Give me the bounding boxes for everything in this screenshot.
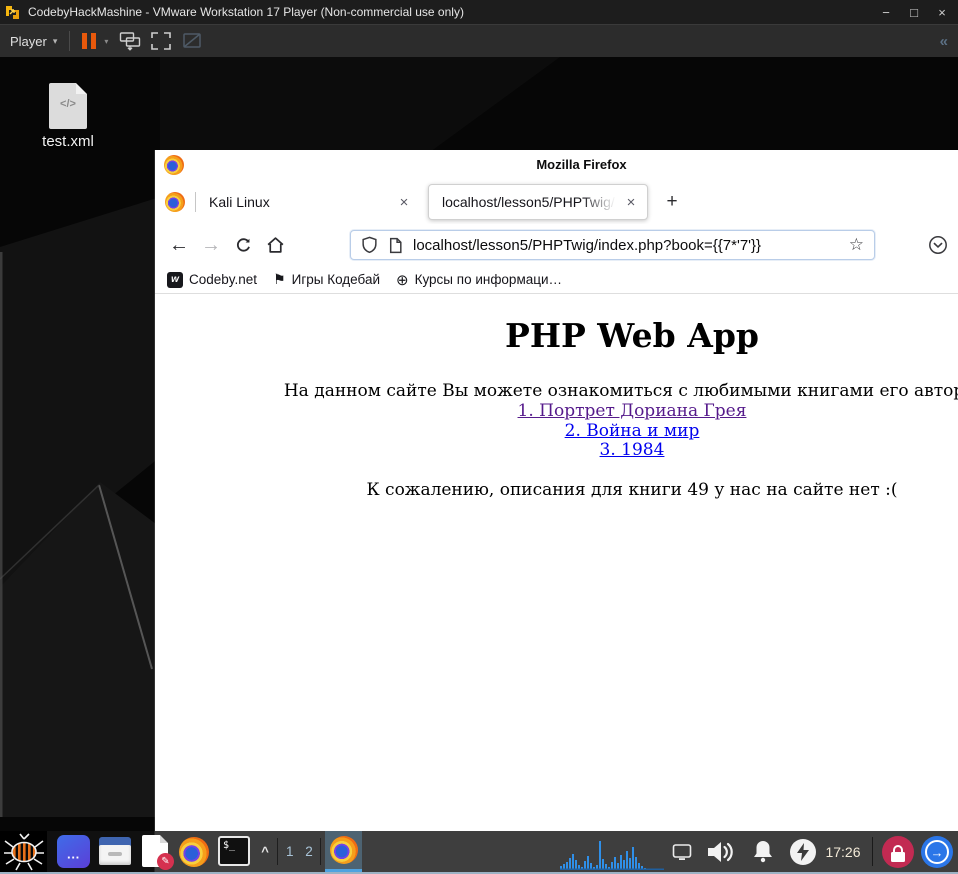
codeby-favicon: w: [167, 271, 183, 288]
home-icon[interactable]: [259, 229, 291, 261]
xml-file-icon[interactable]: </>: [49, 83, 87, 129]
url-bar[interactable]: localhost/lesson5/PHPTwig/index.php?book…: [350, 230, 875, 260]
text-editor-icon[interactable]: ✎: [142, 835, 174, 870]
taskbar-divider: [320, 838, 321, 865]
page-fold: [76, 83, 87, 94]
globe-icon: ⊕: [396, 271, 409, 289]
page-info-icon[interactable]: [388, 237, 403, 254]
firefox-taskbar-button-active[interactable]: [325, 831, 362, 872]
back-button[interactable]: ←: [163, 229, 195, 261]
book-link-1[interactable]: 1. Портрет Дориана Грея: [155, 401, 958, 422]
taskbar: ··· ✎ $_ ^ 1 2 3 4 17:26 →: [0, 831, 958, 874]
network-monitor-graph: [560, 833, 664, 870]
lock-icon: [893, 845, 903, 852]
intro-text: На данном сайте Вы можете ознакомиться с…: [283, 381, 958, 401]
kali-dragon-icon: [3, 832, 44, 870]
send-ctrl-alt-del-icon[interactable]: [118, 29, 142, 53]
tab-kali-linux[interactable]: Kali Linux ×: [196, 184, 420, 220]
code-glyph: </>: [60, 98, 76, 110]
fullscreen-icon[interactable]: [149, 29, 173, 53]
book-link-2[interactable]: 2. Война и мир: [155, 421, 958, 442]
volume-icon[interactable]: [703, 831, 739, 872]
page-viewport: PHP Web App На данном сайте Вы можете оз…: [155, 295, 958, 831]
vmware-player-icon: [4, 3, 21, 21]
pocket-save-icon[interactable]: [928, 235, 948, 260]
new-tab-button[interactable]: +: [660, 190, 684, 214]
bookmark-codeby[interactable]: w Codeby.net: [167, 271, 257, 288]
tab-bar: Kali Linux × localhost/lesson5/PHPTwig/i…: [155, 180, 958, 224]
bookmark-kursy[interactable]: ⊕ Курсы по информаци…: [396, 271, 562, 289]
xml-file-label[interactable]: test.xml: [18, 133, 118, 150]
forward-button: →: [201, 233, 221, 256]
bookmarks-bar: w Codeby.net ⚑ Игры Кодебай ⊕ Курсы по и…: [155, 266, 958, 294]
url-text[interactable]: localhost/lesson5/PHPTwig/index.php?book…: [413, 237, 843, 254]
bookmark-igry-kodebay[interactable]: ⚑ Игры Кодебай: [273, 271, 380, 288]
firefox-window-title: Mozilla Firefox: [536, 157, 627, 172]
lock-screen-button[interactable]: [882, 836, 914, 868]
unity-mode-icon-disabled: [180, 29, 204, 53]
firefox-launcher-icon[interactable]: [178, 836, 210, 868]
firefox-titlebar[interactable]: Mozilla Firefox: [155, 150, 958, 180]
close-tab-icon[interactable]: ×: [621, 192, 641, 212]
window-title: CodebyHackMashine - VMware Workstation 1…: [28, 5, 464, 19]
maximize-button[interactable]: □: [902, 2, 926, 22]
book-link-3[interactable]: 3. 1984: [155, 440, 958, 461]
not-found-text: К сожалению, описания для книги 49 у нас…: [366, 479, 898, 500]
flag-icon: ⚑: [273, 271, 286, 287]
notification-bell-icon[interactable]: [746, 831, 780, 872]
taskbar-divider: [277, 838, 278, 865]
tab-favicon: [165, 192, 185, 212]
suspend-dropdown-icon[interactable]: ▾: [104, 37, 108, 46]
minimize-button[interactable]: −: [874, 2, 898, 22]
logout-session-button[interactable]: →: [921, 836, 953, 868]
file-manager-icon[interactable]: [99, 837, 131, 865]
book-links: 1. Портрет Дориана Грея 2. Война и мир 3…: [155, 401, 958, 461]
web-page: PHP Web App На данном сайте Вы можете оз…: [155, 295, 958, 500]
navigation-bar: ← → localhost/lesson5/PHPTwig/index.php?…: [155, 224, 958, 266]
arrow-right-icon: →: [925, 840, 949, 864]
firefox-window: Mozilla Firefox Kali Linux × localhost/l…: [155, 150, 958, 831]
kali-desktop: </> test.xml Mozilla Firefox Kali Linux …: [0, 57, 958, 874]
tracking-shield-icon[interactable]: [361, 236, 378, 254]
chevron-up-icon[interactable]: ^: [256, 831, 274, 872]
reload-icon[interactable]: [227, 229, 259, 261]
clock[interactable]: 17:26: [820, 831, 866, 872]
toolbar-divider: [69, 31, 71, 51]
chevron-down-icon: ▾: [52, 35, 58, 46]
kali-menu-button[interactable]: [0, 831, 47, 872]
display-tray-icon[interactable]: [670, 831, 694, 872]
close-tab-icon[interactable]: ×: [394, 192, 414, 212]
terminal-icon[interactable]: $_: [218, 836, 250, 866]
player-menu[interactable]: Player ▾: [10, 34, 57, 49]
suspend-vm-button[interactable]: [82, 33, 97, 49]
collapse-toolbar-button[interactable]: «: [940, 33, 948, 50]
app-launcher-icon[interactable]: ···: [57, 835, 90, 868]
page-title: PHP Web App: [505, 316, 759, 355]
vmware-titlebar: CodebyHackMashine - VMware Workstation 1…: [0, 0, 958, 24]
bookmark-star-icon[interactable]: ☆: [849, 235, 864, 255]
pencil-badge-icon: ✎: [157, 853, 174, 870]
tab-localhost-active[interactable]: localhost/lesson5/PHPTwig/i ×: [428, 184, 648, 220]
close-button[interactable]: ×: [930, 2, 954, 22]
power-manager-icon[interactable]: [790, 839, 816, 865]
tray-divider: [872, 837, 873, 866]
vmware-toolbar: Player ▾ ▾ «: [0, 24, 958, 57]
